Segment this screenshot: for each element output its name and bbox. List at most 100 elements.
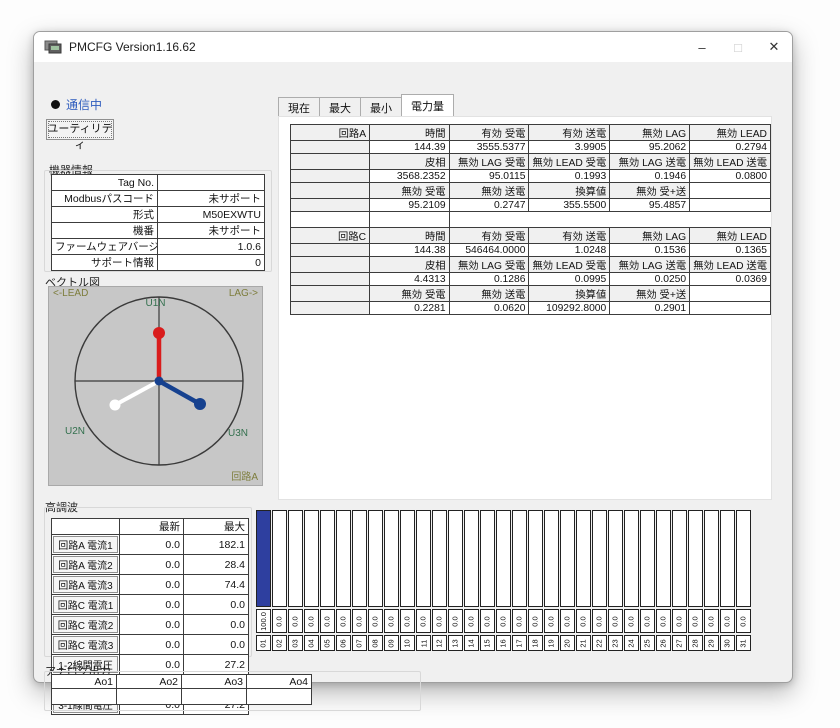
device-info-row: 形式M50EXWTU: [52, 207, 265, 223]
harmonic-index-text: 26: [659, 639, 668, 647]
harmonic-column-05: 0.005: [320, 510, 335, 651]
harmonic-value-label: 0.0: [496, 609, 511, 633]
utility-button[interactable]: ユーティリティ: [46, 119, 114, 140]
harmonic-index-label: 17: [512, 635, 527, 651]
energy-header-cell: 無効 LEAD: [690, 228, 771, 244]
harmonic-value-text: 0.0: [371, 616, 380, 626]
harmonics-latest-value: 0.0: [120, 535, 184, 555]
harmonic-index-label: 19: [544, 635, 559, 651]
harmonic-value-text: 0.0: [675, 616, 684, 626]
lag-label: LAG->: [229, 288, 258, 299]
harmonic-value-text: 0.0: [435, 616, 444, 626]
harmonic-value-label: 0.0: [272, 609, 287, 633]
circuit-name-cell: [291, 199, 370, 212]
harmonic-index-text: 13: [451, 639, 460, 647]
harmonics-max-value: 0.0: [184, 635, 249, 655]
tab-4[interactable]: 電力量: [401, 94, 454, 116]
harmonics-max-value: 0.0: [184, 595, 249, 615]
harmonic-index-label: 15: [480, 635, 495, 651]
energy-header-cell: 換算値: [529, 286, 610, 302]
harmonic-value-label: 0.0: [448, 609, 463, 633]
energy-value-cell: 0.2901: [610, 302, 690, 315]
analog-header-cell: Ao3: [182, 675, 247, 689]
harmonic-index-text: 24: [627, 639, 636, 647]
harmonics-row-button[interactable]: 回路A 電流2: [53, 556, 118, 573]
harmonic-value-text: 0.0: [467, 616, 476, 626]
harmonic-column-27: 0.027: [672, 510, 687, 651]
harmonic-index-label: 08: [368, 635, 383, 651]
harmonic-index-text: 31: [739, 639, 748, 647]
harmonic-bar: [416, 510, 431, 607]
harmonic-value-label: 0.0: [688, 609, 703, 633]
harmonic-index-label: 13: [448, 635, 463, 651]
harmonic-column-24: 0.024: [624, 510, 639, 651]
device-info-value: 未サポート: [158, 191, 265, 207]
harmonics-row-button[interactable]: 回路A 電流3: [53, 576, 118, 593]
harmonic-bar: [432, 510, 447, 607]
harmonic-column-29: 0.029: [704, 510, 719, 651]
harmonic-bar: [688, 510, 703, 607]
harmonic-index-label: 30: [720, 635, 735, 651]
harmonic-value-text: 0.0: [307, 616, 316, 626]
energy-row: 無効 受電無効 送電換算値無効 受+送: [291, 183, 771, 199]
harmonic-value-text: 0.0: [515, 616, 524, 626]
energy-header-cell: 皮相: [370, 154, 450, 170]
device-info-table: Tag No.Modbusパスコード未サポート形式M50EXWTU機番未サポート…: [51, 174, 265, 271]
energy-header-cell: 時間: [370, 125, 450, 141]
harmonic-index-label: 26: [656, 635, 671, 651]
u3-phase-vector: [159, 381, 206, 410]
harmonic-value-text: 0.0: [691, 616, 700, 626]
tab-2[interactable]: 最大: [319, 97, 361, 116]
harmonics-header-latest: 最新: [120, 519, 184, 535]
minimize-button[interactable]: –: [684, 32, 720, 62]
harmonic-column-26: 0.026: [656, 510, 671, 651]
harmonic-bar: [448, 510, 463, 607]
vector-origin-dot: [155, 377, 164, 386]
harmonics-row-button[interactable]: 回路C 電流3: [53, 636, 118, 653]
harmonic-value-label: 0.0: [336, 609, 351, 633]
device-info-value: 未サポート: [158, 223, 265, 239]
app-icon: [44, 40, 62, 54]
harmonics-row-button[interactable]: 回路A 電流1: [53, 536, 118, 553]
harmonic-value-text: 0.0: [595, 616, 604, 626]
harmonics-latest-value: 0.0: [120, 555, 184, 575]
energy-row: 4.43130.12860.09950.02500.0369: [291, 273, 771, 286]
energy-value-cell: 0.1365: [690, 244, 771, 257]
harmonics-row-button[interactable]: 回路C 電流2: [53, 616, 118, 633]
energy-table: 回路A時間有効 受電有効 送電無効 LAG無効 LEAD144.393555.5…: [290, 124, 771, 315]
harmonic-index-text: 16: [499, 639, 508, 647]
harmonic-column-20: 0.020: [560, 510, 575, 651]
harmonic-bar: [272, 510, 287, 607]
harmonic-bar: [672, 510, 687, 607]
harmonic-column-02: 0.002: [272, 510, 287, 651]
energy-header-cell: 有効 受電: [449, 228, 529, 244]
harmonic-column-23: 0.023: [608, 510, 623, 651]
harmonic-bar: [576, 510, 591, 607]
harmonic-column-06: 0.006: [336, 510, 351, 651]
harmonic-value-label: 0.0: [368, 609, 383, 633]
harmonic-value-label: 0.0: [384, 609, 399, 633]
harmonics-latest-value: 0.0: [120, 595, 184, 615]
tab-1[interactable]: 現在: [278, 97, 320, 116]
close-button[interactable]: ✕: [756, 32, 792, 62]
harmonic-value-label: 0.0: [576, 609, 591, 633]
harmonic-column-07: 0.007: [352, 510, 367, 651]
harmonic-index-text: 15: [483, 639, 492, 647]
harmonic-column-08: 0.0 08: [368, 510, 383, 651]
harmonic-index-label: 10: [400, 635, 415, 651]
u3n-label: U3N: [228, 428, 248, 439]
spacer-cell: [370, 212, 450, 228]
harmonic-index-label: 25: [640, 635, 655, 651]
lead-label: <-LEAD: [53, 288, 88, 299]
harmonics-row-button[interactable]: 回路C 電流1: [53, 596, 118, 613]
tab-3[interactable]: 最小: [360, 97, 402, 116]
harmonic-index-label: 05: [320, 635, 335, 651]
device-info-value: 0: [158, 255, 265, 271]
energy-value-cell: [690, 286, 771, 302]
harmonic-index-label: 22: [592, 635, 607, 651]
harmonic-index-label: 04: [304, 635, 319, 651]
harmonic-value-label: 0.0: [304, 609, 319, 633]
energy-value-cell: 0.2281: [370, 302, 450, 315]
circuit-name-cell: [291, 154, 370, 170]
harmonic-value-text: 0.0: [723, 616, 732, 626]
